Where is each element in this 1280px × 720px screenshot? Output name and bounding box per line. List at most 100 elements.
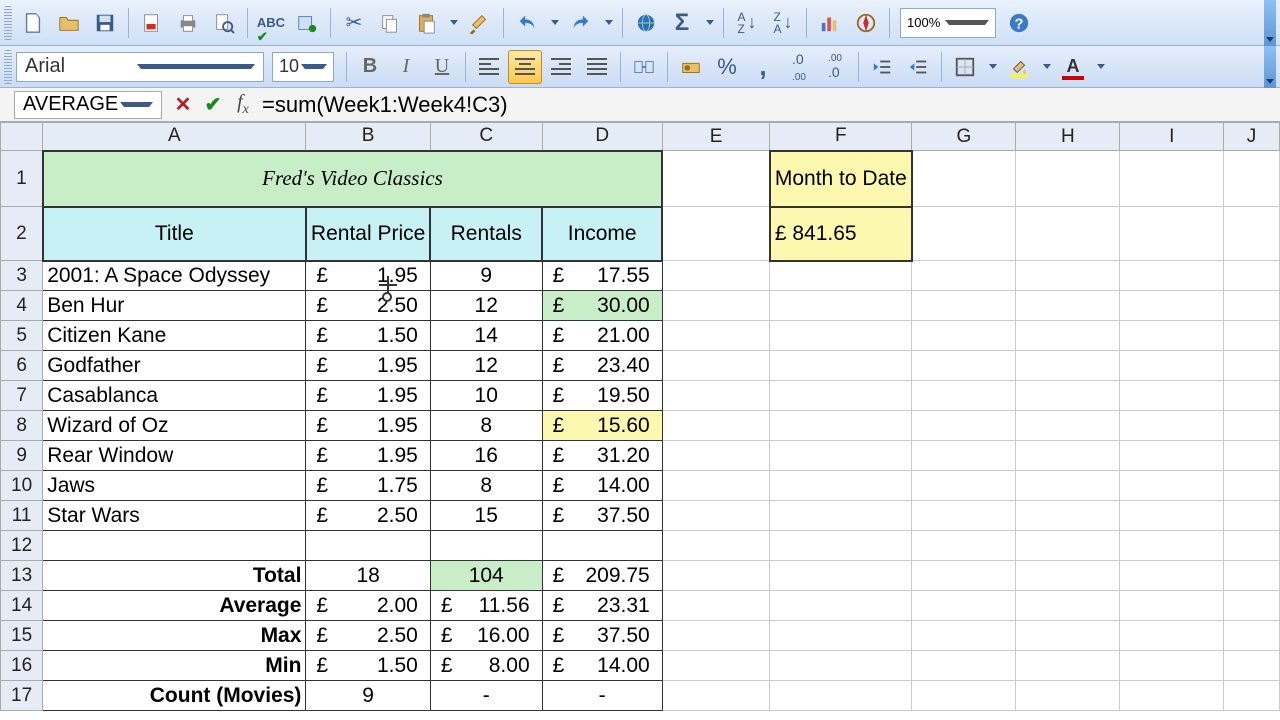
- cell[interactable]: [542, 531, 662, 561]
- increase-indent-button[interactable]: [901, 50, 935, 84]
- cell[interactable]: [912, 561, 1016, 591]
- cell[interactable]: [1224, 351, 1280, 381]
- row-header[interactable]: 15: [1, 621, 43, 651]
- spreadsheet-grid[interactable]: A B C D E F G H I J 1 Fred's Video Class…: [0, 122, 1280, 711]
- cell[interactable]: [770, 501, 912, 531]
- header-income[interactable]: Income: [542, 207, 662, 261]
- merge-cells-button[interactable]: [627, 50, 661, 84]
- cell[interactable]: [770, 351, 912, 381]
- percent-button[interactable]: %: [710, 50, 744, 84]
- cell[interactable]: [662, 651, 770, 681]
- row-header[interactable]: 8: [1, 411, 43, 441]
- cell-income[interactable]: £15.60: [542, 411, 662, 441]
- col-header[interactable]: C: [430, 123, 542, 151]
- align-justify-button[interactable]: [580, 50, 614, 84]
- cell[interactable]: [770, 471, 912, 501]
- col-header[interactable]: J: [1224, 123, 1280, 151]
- cell[interactable]: [662, 411, 770, 441]
- cell-rentals[interactable]: 10: [430, 381, 542, 411]
- currency-button[interactable]: [674, 50, 708, 84]
- row-header[interactable]: 14: [1, 591, 43, 621]
- cell[interactable]: [1120, 351, 1224, 381]
- cell-income[interactable]: £17.55: [542, 261, 662, 291]
- cell[interactable]: [1120, 207, 1224, 261]
- cell-price[interactable]: £1.95: [306, 351, 430, 381]
- redo-button[interactable]: [564, 6, 598, 40]
- row-header[interactable]: 11: [1, 501, 43, 531]
- autocorrect-button[interactable]: [290, 6, 324, 40]
- cell[interactable]: [1120, 531, 1224, 561]
- row-header[interactable]: 5: [1, 321, 43, 351]
- zoom-combo[interactable]: 100%: [900, 8, 996, 38]
- cell[interactable]: [662, 151, 770, 207]
- cell[interactable]: [1016, 207, 1120, 261]
- name-box[interactable]: AVERAGE: [14, 91, 162, 119]
- stat-label[interactable]: Min: [43, 651, 306, 681]
- cell[interactable]: [662, 591, 770, 621]
- cell[interactable]: [1016, 441, 1120, 471]
- cell[interactable]: [1120, 321, 1224, 351]
- cell-income[interactable]: £37.50: [542, 501, 662, 531]
- cell[interactable]: [1224, 207, 1280, 261]
- cell[interactable]: [912, 261, 1016, 291]
- underline-button[interactable]: U: [425, 50, 459, 84]
- cell[interactable]: [662, 531, 770, 561]
- cell-rentals[interactable]: 14: [430, 321, 542, 351]
- row-header[interactable]: 1: [1, 151, 43, 207]
- cell[interactable]: [1016, 621, 1120, 651]
- stat-label[interactable]: Count (Movies): [43, 681, 306, 711]
- cell[interactable]: [1016, 681, 1120, 711]
- cell[interactable]: [662, 321, 770, 351]
- cell-title[interactable]: Star Wars: [43, 501, 306, 531]
- col-header[interactable]: B: [306, 123, 430, 151]
- cell-title[interactable]: Rear Window: [43, 441, 306, 471]
- row-header[interactable]: 10: [1, 471, 43, 501]
- col-header[interactable]: D: [542, 123, 662, 151]
- col-header[interactable]: F: [770, 123, 912, 151]
- cell[interactable]: [1016, 351, 1120, 381]
- remove-decimal-button[interactable]: .00.0: [818, 50, 852, 84]
- cell-price[interactable]: £1.95: [306, 441, 430, 471]
- cell[interactable]: [1120, 291, 1224, 321]
- italic-button[interactable]: I: [389, 50, 423, 84]
- cell[interactable]: [1224, 321, 1280, 351]
- cell-rentals[interactable]: 8: [430, 471, 542, 501]
- sort-asc-button[interactable]: AZ↓: [730, 6, 764, 40]
- cell-stat[interactable]: -: [542, 681, 662, 711]
- cell[interactable]: [1120, 651, 1224, 681]
- title-merged-cell[interactable]: Fred's Video Classics: [43, 151, 663, 207]
- borders-button[interactable]: [948, 50, 982, 84]
- cell[interactable]: [770, 681, 912, 711]
- cell[interactable]: [912, 381, 1016, 411]
- cell[interactable]: [1120, 621, 1224, 651]
- help-button[interactable]: ?: [1002, 6, 1036, 40]
- cell-title[interactable]: Godfather: [43, 351, 306, 381]
- cell[interactable]: [1224, 501, 1280, 531]
- cell-price[interactable]: £1.95: [306, 411, 430, 441]
- cell-income[interactable]: £31.20: [542, 441, 662, 471]
- cell[interactable]: [306, 531, 430, 561]
- hyperlink-button[interactable]: [629, 6, 663, 40]
- cell-stat[interactable]: -: [430, 681, 542, 711]
- cell[interactable]: [1120, 591, 1224, 621]
- cell-stat[interactable]: £16.00: [430, 621, 542, 651]
- cell-stat[interactable]: £14.00: [542, 651, 662, 681]
- autosum-button[interactable]: Σ: [665, 6, 699, 40]
- decrease-indent-button[interactable]: [865, 50, 899, 84]
- undo-button[interactable]: [510, 6, 544, 40]
- cell-price[interactable]: £1.95: [306, 261, 430, 291]
- row-header[interactable]: 6: [1, 351, 43, 381]
- export-pdf-button[interactable]: [135, 6, 169, 40]
- cut-button[interactable]: ✂: [337, 6, 371, 40]
- cell-income[interactable]: £21.00: [542, 321, 662, 351]
- select-all-corner[interactable]: [1, 123, 43, 151]
- row-header[interactable]: 16: [1, 651, 43, 681]
- fill-color-dropdown[interactable]: [1038, 50, 1054, 84]
- col-header[interactable]: G: [912, 123, 1016, 151]
- cell-rentals[interactable]: 16: [430, 441, 542, 471]
- cell-rentals[interactable]: 8: [430, 411, 542, 441]
- print-preview-button[interactable]: [207, 6, 241, 40]
- month-to-date-value[interactable]: £ 841.65: [770, 207, 912, 261]
- cell-stat[interactable]: 18: [306, 561, 430, 591]
- col-header[interactable]: A: [43, 123, 306, 151]
